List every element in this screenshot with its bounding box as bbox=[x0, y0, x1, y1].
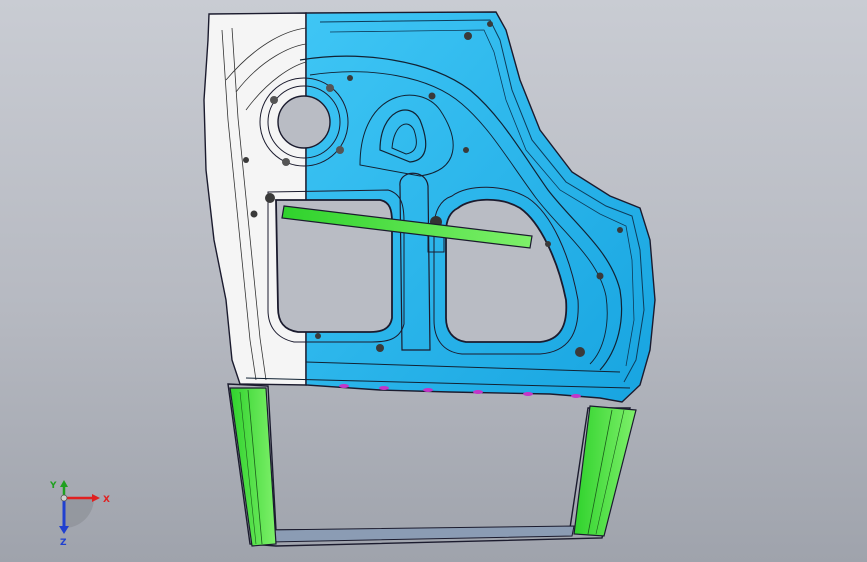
frame-right-pillar[interactable] bbox=[573, 405, 637, 537]
x-axis-label: X bbox=[103, 495, 110, 505]
window-frame-model[interactable] bbox=[227, 383, 637, 547]
coordinate-triad: X Y Z bbox=[49, 480, 110, 548]
door-inner-panel-model[interactable] bbox=[203, 11, 656, 403]
z-axis-label: Z bbox=[60, 538, 67, 548]
cad-viewport[interactable] bbox=[0, 0, 867, 562]
y-axis-label: Y bbox=[49, 481, 57, 491]
